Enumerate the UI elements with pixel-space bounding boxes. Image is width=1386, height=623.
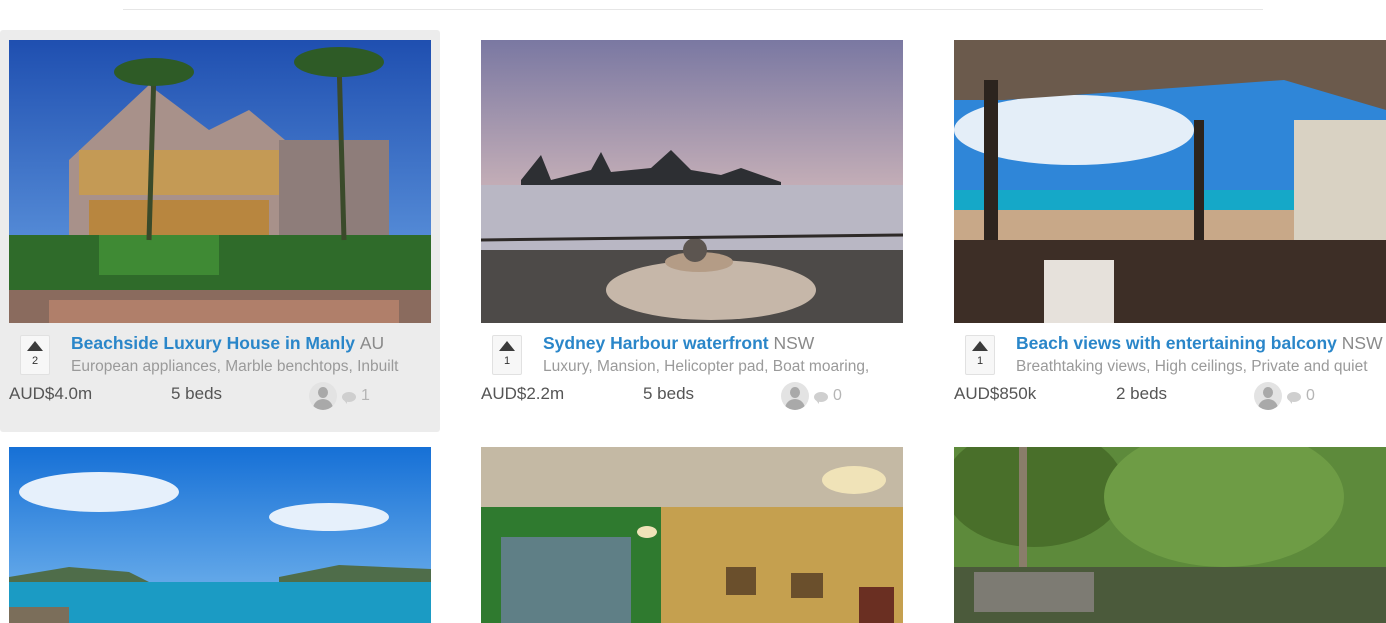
top-divider [123,9,1263,10]
listing-price: AUD$2.2m [481,384,565,403]
comment-bubble-icon[interactable] [814,392,828,404]
listing-description: Breathtaking views, High ceilings, Priva… [1016,358,1368,375]
upvote-button[interactable]: 1 [965,335,995,375]
listing-beds: 5 beds [643,384,695,403]
listing-beds: 5 beds [171,384,223,403]
comment-bubble-icon[interactable] [1287,392,1301,404]
upvote-arrow-icon [27,341,43,351]
listing-card-2[interactable]: 1 Sydney Harbour waterfront NSW Luxury, … [472,30,912,432]
listing-region: NSW [773,333,815,353]
listing-title-link[interactable]: Beachside Luxury House in Manly [71,333,355,353]
listing-title-link[interactable]: Beach views with entertaining balcony [1016,333,1337,353]
vote-count: 1 [503,355,511,367]
user-avatar-icon[interactable] [781,382,809,410]
upvote-arrow-icon [499,341,515,351]
upvote-arrow-icon [972,341,988,351]
upvote-button[interactable]: 2 [20,335,50,375]
listing-photo-3[interactable] [954,40,1386,323]
listing-card-3[interactable]: 1 Beach views with entertaining balcony … [945,30,1386,432]
user-avatar-icon[interactable] [1254,382,1282,410]
comment-count[interactable]: 1 [361,387,370,405]
listing-title: Beach views with entertaining balcony NS… [1016,333,1386,354]
listing-description: European appliances, Marble benchtops, I… [71,358,399,375]
listing-title: Sydney Harbour waterfront NSW [543,333,919,354]
listing-photo-4[interactable] [9,447,431,623]
listing-beds: 2 beds [1116,384,1168,403]
user-avatar-icon[interactable] [309,382,337,410]
listing-card-1[interactable]: 2 Beachside Luxury House in Manly AU Eur… [0,30,440,432]
comment-bubble-icon[interactable] [342,392,356,404]
comment-count[interactable]: 0 [833,387,842,405]
listing-region: AU [359,333,385,353]
listing-photo-2[interactable] [481,40,903,323]
listing-price: AUD$850k [954,384,1037,403]
listing-price: AUD$4.0m [9,384,93,403]
listing-photo-5[interactable] [481,447,903,623]
listing-description: Luxury, Mansion, Helicopter pad, Boat mo… [543,358,870,375]
listing-title-link[interactable]: Sydney Harbour waterfront [543,333,769,353]
listing-photo-1[interactable] [9,40,431,323]
listing-region: NSW [1341,333,1383,353]
vote-count: 1 [976,355,984,367]
comment-count[interactable]: 0 [1306,387,1315,405]
vote-count: 2 [31,355,39,367]
upvote-button[interactable]: 1 [492,335,522,375]
listing-photo-6[interactable] [954,447,1386,623]
listing-title: Beachside Luxury House in Manly AU [71,333,447,354]
